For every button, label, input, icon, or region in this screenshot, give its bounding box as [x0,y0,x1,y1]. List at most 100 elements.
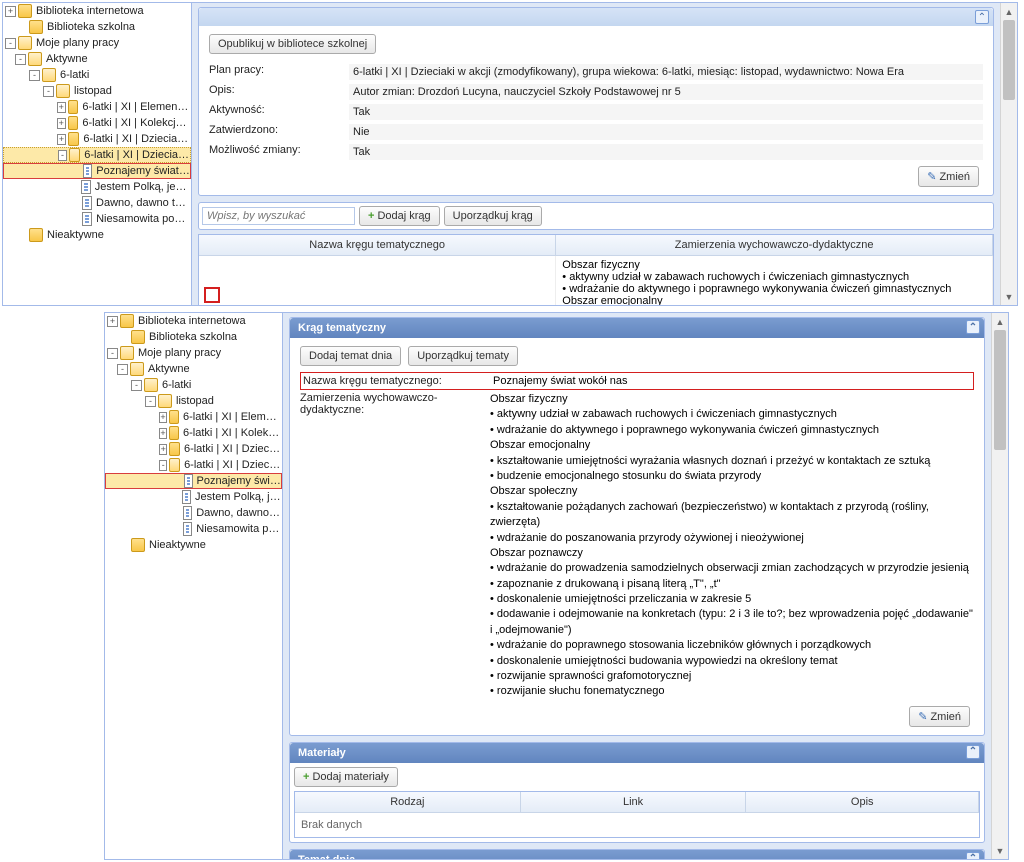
doc-icon [82,212,92,226]
tree-item[interactable]: + Biblioteka internetowa [3,3,191,19]
collapse-icon[interactable]: ⌃ [966,320,980,334]
zamierzenia-label: Zamierzenia wychowawczo-dydaktyczne: [300,392,490,700]
toggle-icon[interactable]: + [159,428,167,439]
dodaj-krag-button[interactable]: +Dodaj krąg [359,206,440,226]
publish-button[interactable]: Opublikuj w bibliotece szkolnej [209,34,376,54]
zmien-button[interactable]: ✎Zmień [918,166,979,187]
toggle-icon[interactable]: + [5,6,16,17]
tree-item[interactable]: Jestem Polką, jestem Po... [105,489,282,505]
col-link[interactable]: Link [521,792,747,812]
plan-value: 6-latki | XI | Dzieciaki w akcji (zmodyf… [349,64,983,80]
tree-item[interactable]: Dawno, dawno temu w... [105,505,282,521]
toggle-icon[interactable]: - [43,86,54,97]
tree-item[interactable]: Nieaktywne [105,537,282,553]
zatwierdzono-value: Nie [349,124,983,140]
collapse-icon[interactable]: ⌃ [975,10,989,24]
grid-row[interactable]: Poznajemy świat wokół nas Obszar fizyczn… [199,256,993,305]
tree-item[interactable]: -Aktywne [3,51,191,67]
scroll-thumb[interactable] [994,330,1006,450]
folder-open-icon [144,378,158,392]
scroll-down-icon[interactable]: ▼ [992,842,1008,859]
toggle-icon[interactable]: + [57,118,66,129]
toggle-icon[interactable]: + [159,444,167,455]
toggle-icon[interactable]: - [159,460,167,471]
folder-icon [131,330,145,344]
scroll-up-icon[interactable]: ▲ [1001,3,1017,20]
tree-item[interactable]: Niesamowita podróż w... [3,211,191,227]
tree-item[interactable]: +6-latki | XI | Kolekcja sześcio... [3,115,191,131]
tree-item[interactable]: Biblioteka szkolna [105,329,282,345]
toggle-icon[interactable]: - [29,70,40,81]
tree-area-1: + Biblioteka internetowa Biblioteka szkoln… [3,3,192,305]
tree-item[interactable]: -Moje plany pracy [3,35,191,51]
scroll-up-icon[interactable]: ▲ [992,313,1008,330]
scrollbar-vertical[interactable]: ▲ ▼ [991,313,1008,859]
tree-item[interactable]: +6-latki | XI | Elementarz sześ... [105,409,282,425]
tree-item[interactable]: Dawno, dawno temu w... [3,195,191,211]
tree-item[interactable]: -6-latki [3,67,191,83]
tree-item[interactable]: +6-latki | XI | Kolekcja sześcio... [105,425,282,441]
zmien-button[interactable]: ✎Zmień [909,706,970,727]
uporzadkuj-krag-button[interactable]: Uporządkuj krąg [444,206,542,226]
scroll-down-icon[interactable]: ▼ [1001,288,1017,305]
dodaj-materialy-button[interactable]: +Dodaj materiały [294,767,398,787]
tree-item[interactable]: - 6-latki | XI | Dzieciaki w ak... [105,457,282,473]
tree-item[interactable]: Jestem Polką, jestem Po... [3,179,191,195]
tree-item[interactable]: + Biblioteka internetowa [105,313,282,329]
toggle-icon[interactable]: + [107,316,118,327]
col-rodzaj[interactable]: Rodzaj [295,792,521,812]
tree-label: Biblioteka internetowa [138,315,246,327]
tree-item[interactable]: +6-latki | XI | Dzieciaki w akcji [105,441,282,457]
tree-item[interactable]: Biblioteka szkolna [3,19,191,35]
tree-label: Biblioteka internetowa [36,5,144,17]
tree-item[interactable]: Poznajemy świat wokół... [105,473,282,489]
tree-area-2: + Biblioteka internetowa Biblioteka szkoln… [105,313,283,859]
tree-label: Biblioteka szkolna [47,21,135,33]
tree-item[interactable]: Poznajemy świat wokół... [3,163,191,179]
krag-grid: Nazwa kręgu tematycznego Zamierzenia wyc… [198,234,994,305]
tree-label: Jestem Polką, jestem Po... [95,181,191,193]
col-opis[interactable]: Opis [746,792,979,812]
folder-open-icon [18,36,32,50]
tree-item[interactable]: +6-latki | XI | Dzieciaki w akcji [3,131,191,147]
toggle-icon[interactable]: - [15,54,26,65]
toggle-icon[interactable]: - [107,348,118,359]
tree-item[interactable]: -listopad [3,83,191,99]
tree-item[interactable]: - Aktywne [105,361,282,377]
toggle-icon[interactable]: - [131,380,142,391]
collapse-icon[interactable]: ⌃ [966,745,980,759]
col-zamierzenia[interactable]: Zamierzenia wychowawczo-dydaktyczne [556,235,993,255]
scrollbar-vertical[interactable]: ▲ ▼ [1000,3,1017,305]
tree-label: 6-latki | XI | Dzieciaki w ak... [84,149,190,161]
toggle-icon[interactable]: - [145,396,156,407]
materialy-section: Materiały ⌃ +Dodaj materiały Rodzaj Link… [289,742,985,843]
nazwa-kregu-label: Nazwa kręgu tematycznego: [303,375,493,387]
toggle-icon[interactable]: - [117,364,128,375]
folder-icon [131,538,145,552]
toggle-icon[interactable]: + [57,102,66,113]
tree-label: Dawno, dawno temu w... [96,197,191,209]
toggle-icon[interactable]: - [5,38,16,49]
folder-open-icon [120,346,134,360]
tree-item[interactable]: -Moje plany pracy [105,345,282,361]
tree-label: Aktywne [148,363,190,375]
search-input[interactable] [202,207,355,225]
doc-icon [182,490,191,504]
tree-item[interactable]: -listopad [105,393,282,409]
tree-label: 6-latki | XI | Dzieciaki w ak... [184,459,282,471]
tree-item[interactable]: +6-latki | XI | Elementarz sześ... [3,99,191,115]
uporzadkuj-tematy-button[interactable]: Uporządkuj tematy [408,346,518,366]
col-nazwa[interactable]: Nazwa kręgu tematycznego [199,235,556,255]
tree-item[interactable]: - 6-latki | XI | Dzieciaki w ak... [3,147,191,163]
toggle-icon[interactable]: - [58,150,67,161]
doc-icon [183,522,192,536]
collapse-icon[interactable]: ⌃ [966,852,980,859]
tree-item[interactable]: -6-latki [105,377,282,393]
tree-item[interactable]: Niesamowita podróż w... [105,521,282,537]
toggle-icon[interactable]: + [159,412,167,423]
toggle-icon[interactable]: + [57,134,66,145]
scroll-thumb[interactable] [1003,20,1015,100]
info-panel: ⌃ Opublikuj w bibliotece szkolnej Plan p… [198,7,994,196]
tree-item[interactable]: Nieaktywne [3,227,191,243]
dodaj-temat-button[interactable]: Dodaj temat dnia [300,346,401,366]
